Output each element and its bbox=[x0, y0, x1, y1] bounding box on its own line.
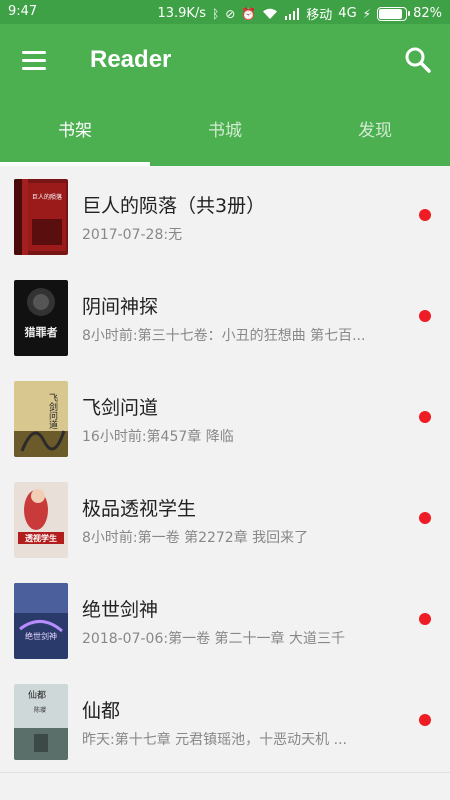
charging-icon: ⚡ bbox=[362, 6, 372, 21]
unread-dot bbox=[419, 209, 431, 221]
unread-dot bbox=[419, 613, 431, 625]
book-title: 巨人的陨落（共3册） bbox=[82, 195, 266, 217]
book-cover-swordgod: 绝世剑神 bbox=[14, 583, 68, 659]
unread-dot bbox=[419, 512, 431, 524]
list-item[interactable]: 飞剑问道 飞剑问道 16小时前:第457章 降临 bbox=[0, 368, 450, 469]
book-update: 2017-07-28:无 bbox=[82, 227, 183, 243]
status-icons: 13.9K/s ᛒ ⊘ ⏰ 移动 4G ⚡ 82% bbox=[157, 4, 442, 23]
book-update: 昨天:第十七章 元君镇瑶池，十恶动天机 ... bbox=[82, 732, 347, 748]
book-cover-detective: 猎罪者 bbox=[14, 280, 68, 356]
book-title: 飞剑问道 bbox=[82, 397, 159, 419]
book-update: 8小时前:第一卷 第2272章 我回来了 bbox=[82, 530, 309, 546]
wifi-icon bbox=[263, 8, 278, 19]
book-update: 16小时前:第457章 降临 bbox=[82, 429, 234, 445]
status-time: 9:47 bbox=[8, 4, 38, 19]
book-cover-student: 透视学生 bbox=[14, 482, 68, 558]
list-item[interactable]: 猎罪者 阴间神探 8小时前:第三十七卷：小丑的狂想曲 第七百... bbox=[0, 267, 450, 368]
network-type: 4G bbox=[338, 6, 357, 21]
mute-icon: ⊘ bbox=[225, 6, 236, 21]
tab-bookstore[interactable]: 书城 bbox=[150, 112, 300, 166]
battery-percent: 82% bbox=[413, 6, 442, 21]
alarm-icon: ⏰ bbox=[241, 6, 257, 21]
book-cover-sword: 飞剑问道 bbox=[14, 381, 68, 457]
book-update: 2018-07-06:第一卷 第二十一章 大道三千 bbox=[82, 631, 345, 647]
list-item[interactable]: 仙都 陈瓔 仙都 昨天:第十七章 元君镇瑶池，十恶动天机 ... bbox=[0, 671, 450, 772]
book-title: 绝世剑神 bbox=[82, 599, 159, 621]
book-cover-giants: 巨人的陨落 bbox=[14, 179, 68, 255]
unread-dot bbox=[419, 310, 431, 322]
signal-icon bbox=[285, 7, 300, 20]
status-bar: 9:47 13.9K/s ᛒ ⊘ ⏰ 移动 4G ⚡ 82% bbox=[0, 0, 450, 24]
list-divider bbox=[0, 772, 450, 773]
cover-text: 巨人的陨落 bbox=[32, 193, 62, 201]
battery-icon bbox=[377, 6, 411, 21]
book-title: 极品透视学生 bbox=[82, 498, 197, 520]
cover-text: 猎罪者 bbox=[25, 325, 58, 339]
list-item[interactable]: 绝世剑神 绝世剑神 2018-07-06:第一卷 第二十一章 大道三千 bbox=[0, 570, 450, 671]
list-item[interactable]: 巨人的陨落 巨人的陨落（共3册） 2017-07-28:无 bbox=[0, 166, 450, 267]
book-title: 仙都 bbox=[82, 700, 121, 722]
book-cover-xiandu: 仙都 陈瓔 bbox=[14, 684, 68, 760]
tab-bookshelf[interactable]: 书架 bbox=[0, 112, 150, 166]
list-item[interactable]: 透视学生 极品透视学生 8小时前:第一卷 第2272章 我回来了 bbox=[0, 469, 450, 570]
cover-author: 陈瓔 bbox=[34, 706, 46, 714]
menu-icon[interactable] bbox=[22, 48, 48, 72]
cover-text: 飞剑问道 bbox=[47, 393, 58, 430]
tab-bar: 书架 书城 发现 bbox=[0, 112, 450, 166]
bluetooth-icon: ᛒ bbox=[212, 6, 220, 21]
cover-text: 透视学生 bbox=[25, 533, 57, 543]
book-title: 阴间神探 bbox=[82, 296, 159, 318]
unread-dot bbox=[419, 714, 431, 726]
tab-discover[interactable]: 发现 bbox=[300, 112, 450, 166]
book-list: 巨人的陨落 巨人的陨落（共3册） 2017-07-28:无 猎罪者 阴间神探 8… bbox=[0, 166, 450, 772]
app-bar: Reader 书架 书城 发现 bbox=[0, 24, 450, 166]
cover-text: 仙都 bbox=[28, 689, 46, 701]
unread-dot bbox=[419, 411, 431, 423]
app-title: Reader bbox=[90, 46, 172, 73]
carrier-label: 移动 bbox=[306, 8, 333, 23]
book-update: 8小时前:第三十七卷：小丑的狂想曲 第七百... bbox=[82, 328, 366, 344]
network-speed: 13.9K/s bbox=[157, 6, 207, 21]
search-icon[interactable] bbox=[404, 46, 432, 74]
cover-text: 绝世剑神 bbox=[25, 631, 57, 641]
